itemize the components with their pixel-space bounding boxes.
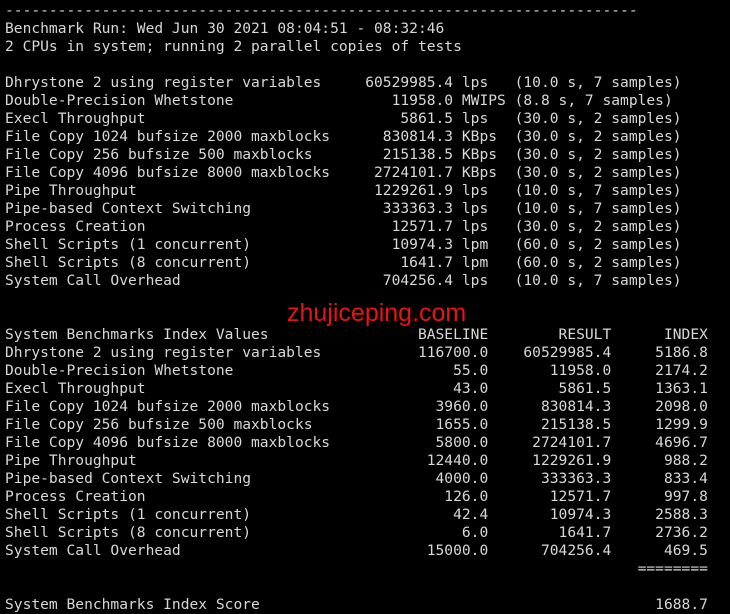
terminal-window: ----------------------------------------… — [0, 0, 730, 613]
benchmark-output-text: ----------------------------------------… — [5, 2, 708, 613]
